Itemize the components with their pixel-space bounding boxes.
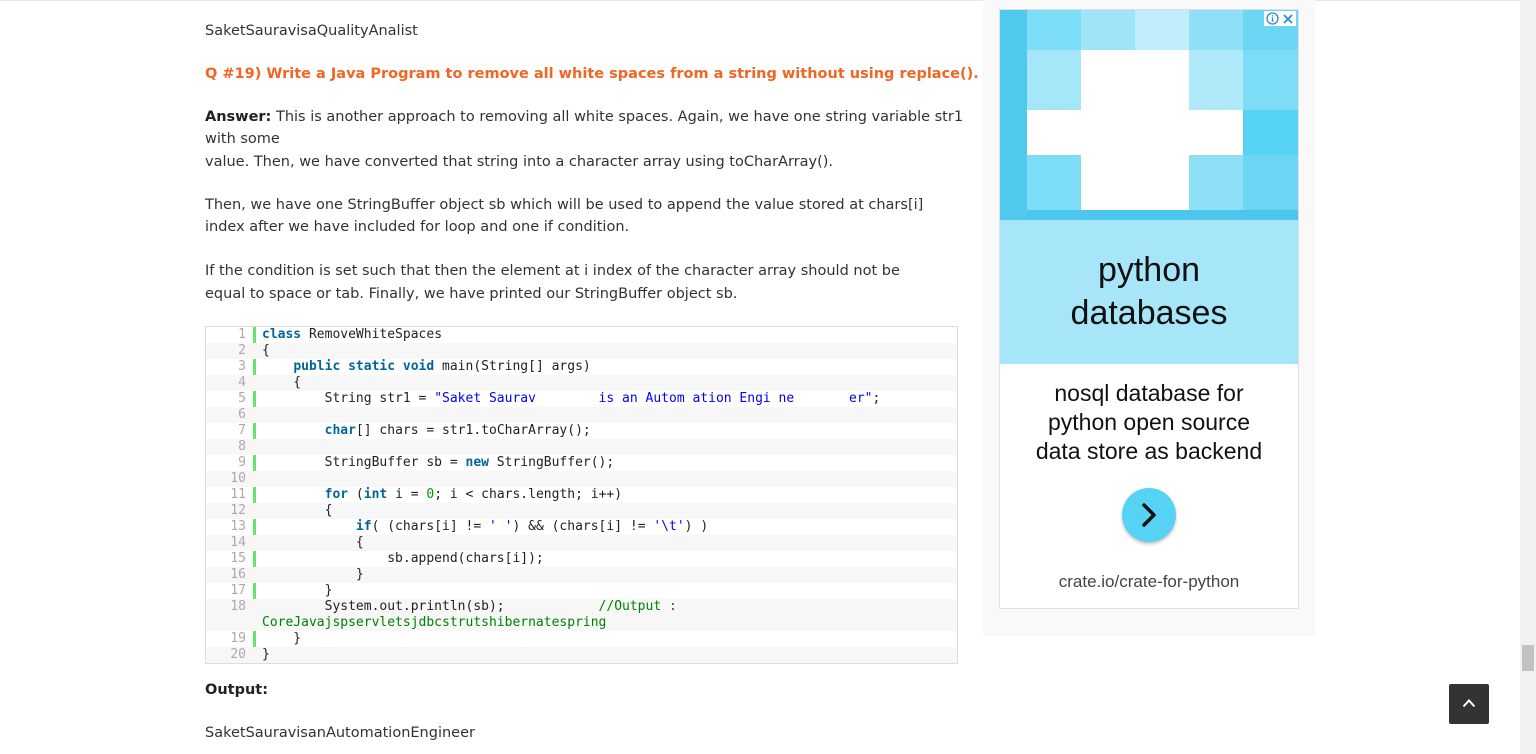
line-number: 6: [238, 407, 246, 422]
answer-line-1: Answer: This is another approach to remo…: [205, 106, 963, 128]
line-number: 15: [230, 551, 246, 566]
code-line: 6: [206, 407, 957, 423]
line-number: 7: [238, 423, 246, 438]
answer-line-2: with some: [205, 131, 280, 147]
line-number: 16: [230, 567, 246, 582]
code-line: 2{: [206, 343, 957, 359]
code-line: 15 sb.append(chars[i]);: [206, 551, 957, 567]
line-number: 10: [230, 471, 246, 486]
scrollbar-thumb[interactable]: [1522, 645, 1534, 671]
code-line: 13 if( (chars[i] != ' ') && (chars[i] !=…: [206, 519, 957, 535]
line-number: 3: [238, 359, 246, 374]
previous-output: SaketSauravisaQualityAnalist: [205, 23, 418, 39]
ad-description: nosql database for python open source da…: [1035, 380, 1263, 464]
code-line: 17 }: [206, 583, 957, 599]
advertisement[interactable]: python databases nosql database for pyth…: [999, 9, 1299, 609]
info-icon[interactable]: [1266, 12, 1279, 25]
code-line: 8: [206, 439, 957, 455]
ad-url[interactable]: crate.io/crate-for-python: [1000, 572, 1298, 592]
line-number: 17: [230, 583, 246, 598]
answer-line-3: value. Then, we have converted that stri…: [205, 154, 834, 170]
line-number: 1: [238, 327, 246, 342]
code-line: 9 StringBuffer sb = new StringBuffer();: [206, 455, 957, 471]
line-number: 8: [238, 439, 246, 454]
ad-headline-band: python databases: [1000, 220, 1298, 364]
code-line: 18 System.out.println(sb); //Output :: [206, 599, 957, 615]
line-number: 2: [238, 343, 246, 358]
paragraph-2-line-2: index after we have included for loop an…: [205, 219, 630, 235]
code-line: 5 String str1 = "Saket Saurav is an Auto…: [206, 391, 957, 407]
code-line: 3 public static void main(String[] args): [206, 359, 957, 375]
code-line: 14 {: [206, 535, 957, 551]
line-number: 19: [230, 631, 246, 646]
line-number: 12: [230, 503, 246, 518]
answer-text-1: This is another approach to removing all…: [271, 109, 964, 125]
paragraph-3-line-1: If the condition is set such that then t…: [205, 263, 900, 279]
ad-arrow-button[interactable]: [1122, 488, 1176, 542]
line-number: 20: [230, 647, 246, 662]
close-icon[interactable]: [1282, 13, 1294, 25]
line-number: 11: [230, 487, 246, 502]
code-line-wrap: CoreJavajspservletsjdbcstrutshibernatesp…: [206, 615, 957, 631]
ad-choices: [1264, 11, 1296, 26]
question-heading: Q #19) Write a Java Program to remove al…: [205, 66, 979, 82]
ad-graphic: [1000, 10, 1298, 220]
code-line: 4 {: [206, 375, 957, 391]
chevron-up-icon: [1462, 699, 1476, 708]
code-line: 1 class RemoveWhiteSpaces: [206, 327, 957, 343]
line-number: 18: [230, 599, 246, 614]
code-line: 10: [206, 471, 957, 487]
back-to-top-button[interactable]: [1449, 684, 1489, 724]
output-value: SaketSauravisanAutomationEngineer: [205, 725, 475, 741]
code-line: 16 }: [206, 567, 957, 583]
ad-headline: python: [1097, 251, 1201, 289]
code-line: 12 {: [206, 503, 957, 519]
line-number: 14: [230, 535, 246, 550]
answer-label: Answer:: [205, 109, 272, 125]
code-line: 11 for (int i = 0; i < chars.length; i++…: [206, 487, 957, 503]
chevron-right-icon: [1142, 503, 1156, 527]
paragraph-2-line-1: Then, we have one StringBuffer object sb…: [205, 197, 924, 213]
code-block: 1 class RemoveWhiteSpaces 2{ 3 public sta…: [205, 326, 958, 664]
ad-headline: databases: [1070, 294, 1228, 332]
code-line: 20}: [206, 647, 957, 663]
line-number: 13: [230, 519, 246, 534]
paragraph-3-line-2: equal to space or tab. Finally, we have …: [205, 286, 738, 302]
page-scrollbar[interactable]: [1520, 0, 1536, 754]
line-number: 9: [238, 455, 246, 470]
code-line: 19 }: [206, 631, 957, 647]
line-number: 5: [238, 391, 246, 406]
output-label: Output:: [205, 682, 269, 698]
code-line: 7 char[] chars = str1.toCharArray();: [206, 423, 957, 439]
line-number: 4: [238, 375, 246, 390]
